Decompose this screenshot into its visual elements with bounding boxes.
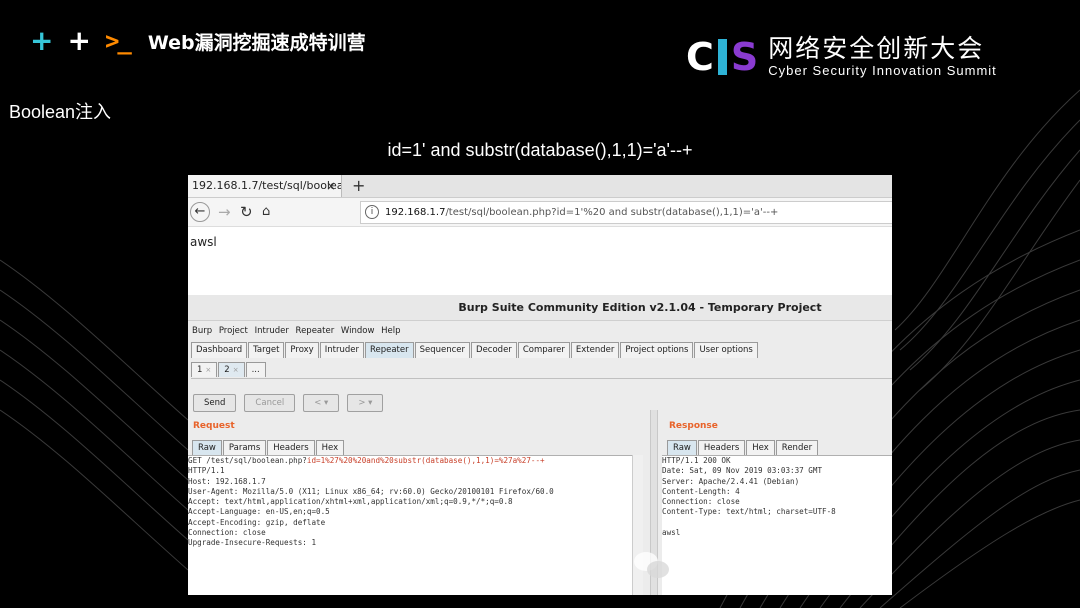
request-tabs: Raw Params Headers Hex: [192, 440, 345, 455]
request-header-line: HTTP/1.1: [188, 466, 225, 476]
response-line: Content-Length: 4: [662, 486, 740, 496]
tab-extender[interactable]: Extender: [570, 342, 620, 358]
next-history-button[interactable]: > ▾: [347, 394, 384, 412]
tab-raw[interactable]: Raw: [192, 440, 222, 455]
cis-logo: C S 网络安全创新大会 Cyber Security Innovation S…: [686, 34, 997, 80]
page-output-text: awsl: [190, 235, 217, 249]
home-icon[interactable]: ⌂: [262, 202, 270, 222]
forward-arrow-icon[interactable]: →: [218, 202, 231, 222]
response-line: HTTP/1.1 200 OK: [662, 456, 731, 465]
plus-icon: +: [67, 24, 91, 57]
request-param: id=1%27%20%20and%20substr(database(),1,1…: [306, 456, 545, 465]
logo-letter-c: C: [686, 35, 714, 79]
browser-nav-bar: ← → ↻ ⌂ i 192.168.1.7/test/sql/boolean.ph…: [188, 198, 892, 227]
repeater-tab-label: 1: [197, 365, 203, 375]
close-icon[interactable]: ×: [233, 366, 239, 374]
repeater-tab-1[interactable]: 1 ×: [191, 362, 218, 377]
tab-hex[interactable]: Hex: [746, 440, 775, 455]
response-body: awsl: [662, 528, 681, 538]
tab-proxy[interactable]: Proxy: [285, 342, 319, 358]
watermark-text: 公众号 · 计算机: [682, 554, 849, 582]
tab-comparer[interactable]: Comparer: [517, 342, 570, 358]
cis-mark: C S: [686, 35, 758, 79]
tab-headers[interactable]: Headers: [267, 440, 315, 455]
send-button[interactable]: Send: [193, 394, 237, 412]
tab-project-options[interactable]: Project options: [620, 342, 694, 358]
browser-tab[interactable]: 192.168.1.7/test/sql/boolea… ×: [188, 175, 342, 197]
response-label: Response: [669, 421, 718, 431]
course-title: Web漏洞挖掘速成特训营: [147, 31, 366, 54]
wechat-watermark: 公众号 · 计算机: [634, 548, 849, 583]
response-line: Date: Sat, 09 Nov 2019 03:03:37 GMT: [662, 466, 823, 476]
request-header-line: Accept: text/html,application/xhtml+xml,…: [188, 497, 513, 507]
tab-params[interactable]: Params: [222, 440, 267, 455]
response-line: Server: Apache/2.4.41 (Debian): [662, 476, 800, 486]
tab-headers[interactable]: Headers: [697, 440, 746, 455]
repeater-tab-label: 2: [224, 365, 230, 375]
close-icon[interactable]: ×: [326, 175, 336, 197]
tab-target[interactable]: Target: [248, 342, 285, 358]
menu-item-repeater[interactable]: Repeater: [296, 326, 335, 336]
url-host: 192.168.1.7: [385, 207, 446, 218]
repeater-subtabs: 1 × 2 × ...: [191, 362, 892, 379]
cancel-button[interactable]: Cancel: [244, 394, 296, 412]
tab-dashboard[interactable]: Dashboard: [191, 342, 248, 358]
tab-user-options[interactable]: User options: [694, 342, 758, 358]
response-line: Content-Type: text/html; charset=UTF-8: [662, 507, 836, 517]
response-tabs: Raw Headers Hex Render: [667, 440, 819, 455]
reload-icon[interactable]: ↻: [240, 202, 253, 222]
request-header-line: User-Agent: Mozilla/5.0 (X11; Linux x86_…: [188, 486, 554, 496]
tab-render[interactable]: Render: [775, 440, 819, 455]
burp-title-bar: Burp Suite Community Edition v2.1.04 - T…: [188, 295, 892, 321]
browser-page: awsl: [188, 227, 892, 297]
embedded-screenshot: 192.168.1.7/test/sql/boolea… × + ← → ↻ ⌂…: [188, 175, 892, 595]
close-icon[interactable]: ×: [205, 366, 211, 374]
burp-menu-bar: Burp Project Intruder Repeater Window He…: [188, 323, 892, 339]
logo-letter-i: [717, 39, 727, 75]
section-title: Boolean注入: [9, 102, 112, 122]
burp-main-tabs: Dashboard Target Proxy Intruder Repeater…: [191, 342, 892, 359]
slide-header: + + >_ Web漏洞挖掘速成特训营: [30, 24, 366, 57]
menu-item-window[interactable]: Window: [341, 326, 375, 336]
prev-history-button[interactable]: < ▾: [303, 394, 340, 412]
browser-tab-bar: 192.168.1.7/test/sql/boolea… × +: [188, 175, 892, 198]
back-arrow-icon[interactable]: ←: [190, 202, 210, 222]
tab-hex[interactable]: Hex: [315, 440, 345, 455]
url-path: /test/sql/boolean.php?id=1'%20 and subst…: [445, 207, 779, 218]
request-header-line: Host: 192.168.1.7: [188, 476, 266, 486]
request-header-line: Connection: close: [188, 528, 266, 538]
url-bar[interactable]: i 192.168.1.7/test/sql/boolean.php?id=1'%…: [360, 201, 892, 224]
request-header-line: Accept-Encoding: gzip, deflate: [188, 517, 326, 527]
logo-en-name: Cyber Security Innovation Summit: [768, 63, 997, 78]
payload-caption: id=1' and substr(database(),1,1)='a'--+: [387, 140, 693, 160]
request-path: GET /test/sql/boolean.php?: [188, 456, 307, 465]
tab-raw[interactable]: Raw: [667, 440, 697, 455]
tab-intruder[interactable]: Intruder: [319, 342, 364, 358]
tab-decoder[interactable]: Decoder: [471, 342, 517, 358]
tab-repeater[interactable]: Repeater: [364, 342, 414, 358]
menu-item-burp[interactable]: Burp: [192, 326, 212, 336]
request-header-line: Accept-Language: en-US,en;q=0.5: [188, 507, 330, 517]
repeater-tab-2[interactable]: 2 ×: [218, 362, 245, 377]
request-editor[interactable]: GET /test/sql/boolean.php?id=1%27%20%20a…: [188, 455, 632, 595]
browser-tab-title: 192.168.1.7/test/sql/boolea…: [192, 179, 342, 192]
request-header-line: Upgrade-Insecure-Requests: 1: [188, 538, 317, 548]
response-line: Connection: close: [662, 497, 740, 507]
info-icon[interactable]: i: [365, 205, 379, 219]
repeater-tab-new[interactable]: ...: [245, 362, 266, 377]
terminal-prompt-icon: >_: [104, 27, 132, 55]
repeater-controls: Send Cancel < ▾ > ▾: [193, 394, 391, 412]
menu-item-help[interactable]: Help: [381, 326, 400, 336]
wechat-icon: [634, 551, 672, 580]
request-line: GET /test/sql/boolean.php?id=1%27%20%20a…: [188, 456, 545, 465]
tab-sequencer[interactable]: Sequencer: [414, 342, 471, 358]
logo-cn-name: 网络安全创新大会: [768, 34, 985, 63]
menu-item-intruder[interactable]: Intruder: [255, 326, 289, 336]
plus-icon: +: [30, 24, 54, 57]
menu-item-project[interactable]: Project: [219, 326, 248, 336]
logo-text: 网络安全创新大会 Cyber Security Innovation Summi…: [768, 35, 997, 79]
new-tab-button[interactable]: +: [352, 175, 365, 197]
logo-letter-s: S: [730, 35, 759, 79]
request-label: Request: [193, 421, 235, 431]
